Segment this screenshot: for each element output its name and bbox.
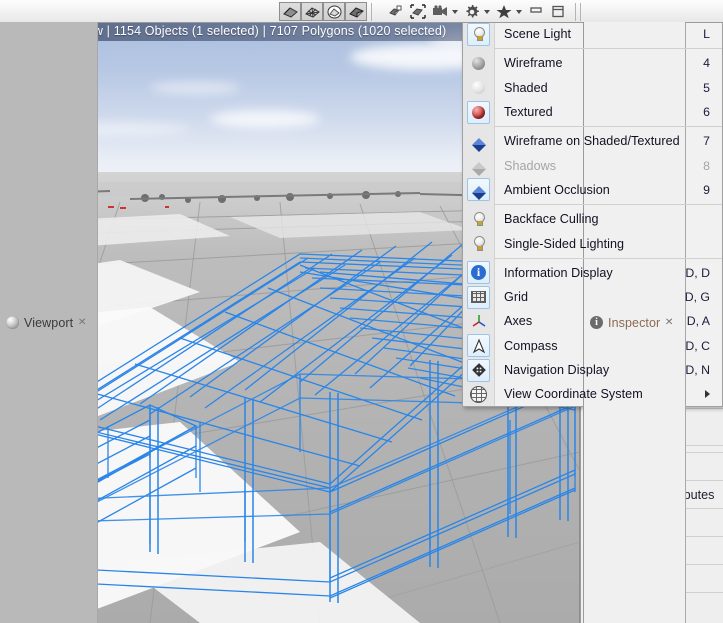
secondary-toolbar-group bbox=[385, 2, 585, 21]
menu-item-label: Single-Sided Lighting bbox=[504, 236, 625, 251]
menu-item-shortcut: 9 bbox=[703, 182, 710, 197]
object-box-button[interactable] bbox=[385, 2, 407, 21]
box-shading-button[interactable] bbox=[345, 2, 367, 21]
wireframe-shading-button[interactable] bbox=[301, 2, 323, 21]
tab-viewport[interactable]: Viewport ✕ bbox=[0, 22, 98, 623]
shading-mode-button-group bbox=[279, 2, 376, 21]
globe-icon bbox=[463, 382, 494, 406]
menu-item-label: Grid bbox=[504, 290, 528, 305]
menu-item-wireframe[interactable]: Wireframe 4 bbox=[463, 51, 722, 75]
compass-icon bbox=[463, 334, 494, 358]
menu-item-label: Ambient Occlusion bbox=[504, 182, 610, 197]
menu-separator bbox=[494, 48, 722, 50]
menu-item-shortcut: 4 bbox=[703, 56, 710, 71]
navigation-move-icon bbox=[463, 358, 494, 382]
menu-item-shortcut: 6 bbox=[703, 105, 710, 120]
menu-item-label: Wireframe bbox=[504, 56, 563, 71]
star-dropdown-arrow-icon[interactable] bbox=[516, 9, 522, 14]
gear-dropdown-arrow-icon[interactable] bbox=[484, 9, 490, 14]
shaded-sphere-icon bbox=[463, 76, 494, 100]
menu-separator bbox=[494, 126, 722, 128]
display-options-menu[interactable]: Scene Light L Wireframe 4 Shaded 5 Textu… bbox=[462, 22, 723, 408]
gouraud-shading-button[interactable] bbox=[279, 2, 301, 21]
restore-window-button[interactable] bbox=[525, 2, 547, 21]
menu-item-label: Compass bbox=[504, 338, 558, 353]
menu-item-ambient-occlusion[interactable]: Ambient Occlusion 9 bbox=[463, 178, 722, 202]
menu-item-view-coordinate-system[interactable]: View Coordinate System bbox=[463, 382, 722, 406]
menu-item-shortcut: D, N bbox=[685, 363, 710, 377]
menu-item-shortcut: 8 bbox=[703, 158, 710, 173]
menu-item-navigation-display[interactable]: Navigation Display D, N bbox=[463, 358, 722, 382]
info-circle-icon: i bbox=[463, 261, 494, 285]
axes-icon bbox=[463, 309, 494, 333]
selection-box-button[interactable] bbox=[407, 2, 429, 21]
menu-item-shortcut: 7 bbox=[703, 134, 710, 149]
menu-item-label: Backface Culling bbox=[504, 212, 599, 227]
menu-item-backface-culling[interactable]: Backface Culling bbox=[463, 207, 722, 231]
menu-item-label: Navigation Display bbox=[504, 363, 610, 377]
menu-item-information-display[interactable]: i Information Display D, D bbox=[463, 261, 722, 285]
light-bulb-icon bbox=[463, 207, 494, 231]
ambient-occlusion-icon bbox=[463, 178, 494, 202]
menu-item-shortcut: 5 bbox=[703, 80, 710, 95]
grid-icon bbox=[463, 285, 494, 309]
gear-button[interactable] bbox=[461, 2, 483, 21]
light-bulb-icon bbox=[463, 22, 494, 46]
submenu-arrow-icon bbox=[705, 390, 710, 399]
menu-item-label: Shaded bbox=[504, 80, 548, 95]
menu-item-single-sided-lighting[interactable]: Single-Sided Lighting bbox=[463, 231, 722, 255]
menu-item-axes[interactable]: Axes D, A bbox=[463, 309, 722, 333]
menu-item-scene-light[interactable]: Scene Light L bbox=[463, 22, 722, 46]
light-bulb-icon bbox=[463, 231, 494, 255]
menu-separator bbox=[494, 257, 722, 259]
camera-dropdown-arrow-icon[interactable] bbox=[452, 9, 458, 14]
menu-item-label: View Coordinate System bbox=[504, 387, 643, 402]
sphere-icon bbox=[6, 316, 19, 329]
top-tab-toolbar-strip: Viewport ✕ i Inspector ✕ bbox=[0, 0, 723, 623]
menu-item-label: Scene Light bbox=[504, 27, 572, 42]
menu-item-shadows: Shadows 8 bbox=[463, 153, 722, 177]
close-icon[interactable]: ✕ bbox=[78, 317, 87, 328]
menu-item-wireframe-on-shaded[interactable]: Wireframe on Shaded/Textured 7 bbox=[463, 129, 722, 153]
flat-shading-button[interactable] bbox=[323, 2, 345, 21]
menu-item-grid[interactable]: Grid D, G bbox=[463, 285, 722, 309]
diamond-icon bbox=[463, 129, 494, 153]
menu-item-shortcut: L bbox=[703, 27, 710, 42]
textured-sphere-icon bbox=[463, 100, 494, 124]
menu-item-shortcut: D, A bbox=[686, 314, 710, 329]
tab-label: Viewport bbox=[24, 315, 74, 330]
wireframe-sphere-icon bbox=[463, 51, 494, 75]
camera-button[interactable] bbox=[429, 2, 451, 21]
star-button[interactable] bbox=[493, 2, 515, 21]
menu-item-label: Textured bbox=[504, 105, 553, 120]
menu-item-compass[interactable]: Compass D, C bbox=[463, 334, 722, 358]
menu-item-label: Shadows bbox=[504, 158, 557, 173]
menu-separator bbox=[494, 204, 722, 206]
maximize-window-button[interactable] bbox=[547, 2, 569, 21]
menu-item-shaded[interactable]: Shaded 5 bbox=[463, 76, 722, 100]
application-window: Perspective View | 1154 Objects (1 selec… bbox=[0, 0, 723, 623]
menu-item-shortcut: D, C bbox=[685, 338, 710, 353]
shadow-diamond-icon bbox=[463, 153, 494, 177]
menu-item-label: Axes bbox=[504, 314, 533, 329]
menu-item-textured[interactable]: Textured 6 bbox=[463, 100, 722, 124]
menu-item-shortcut: D, D bbox=[685, 265, 710, 280]
menu-item-shortcut: D, G bbox=[684, 290, 710, 305]
menu-item-label: Information Display bbox=[504, 265, 613, 280]
menu-item-label: Wireframe on Shaded/Textured bbox=[504, 134, 680, 149]
